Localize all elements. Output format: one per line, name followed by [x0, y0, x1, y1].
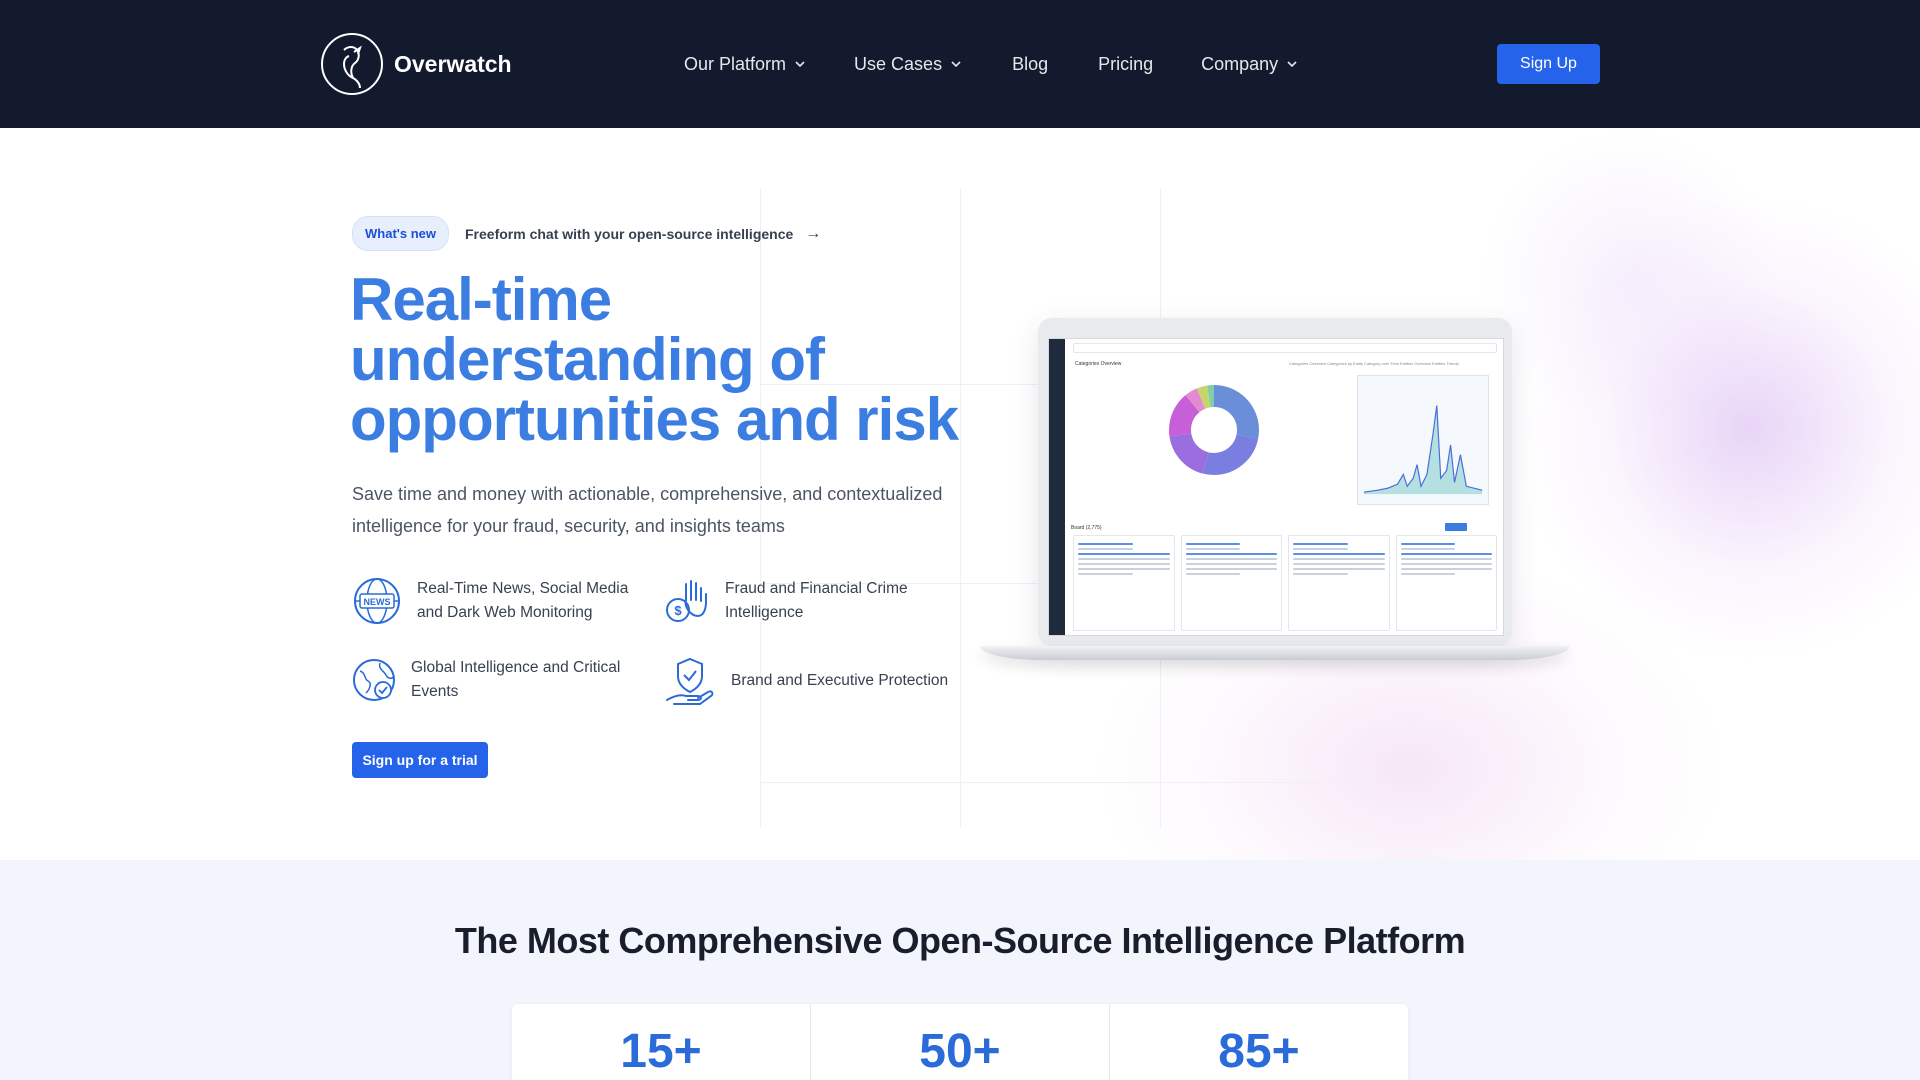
chevron-down-icon: [795, 61, 805, 68]
news-globe-icon: NEWS: [354, 578, 400, 624]
nav-pricing-label: Pricing: [1098, 53, 1154, 74]
donut-chart-thumbnail: [1169, 385, 1259, 475]
shield-hand-icon: [666, 657, 714, 705]
nav-company-label: Company: [1201, 53, 1279, 74]
stat-item: 85+: [1110, 1004, 1408, 1080]
nav-pricing[interactable]: Pricing: [1098, 54, 1153, 75]
feature-global-intelligence: Global Intelligence and Critical Events: [352, 656, 652, 704]
app-board-title: Board (2,775): [1071, 525, 1102, 531]
feature-label: Real-Time News, Social Media and Dark We…: [417, 580, 629, 621]
top-navbar: Overwatch Our Platform Use Cases Blog Pr…: [0, 0, 1920, 128]
chevron-down-icon: [1287, 61, 1297, 68]
app-sidebar: [1049, 339, 1065, 635]
app-card: [1395, 535, 1497, 631]
whats-new-text: Freeform chat with your open-source inte…: [465, 225, 794, 242]
globe-check-icon: [353, 659, 395, 701]
hero-subtext: Save time and money with actionable, com…: [352, 484, 943, 536]
main-nav: Our Platform Use Cases Blog Pricing Comp…: [684, 0, 1298, 128]
section-title: The Most Comprehensive Open-Source Intel…: [454, 920, 1466, 961]
nav-company[interactable]: Company: [1201, 54, 1298, 75]
app-search-bar: [1073, 343, 1497, 353]
nav-use-cases-label: Use Cases: [854, 53, 943, 74]
stat-number: 50+: [919, 1025, 1001, 1078]
svg-text:NEWS: NEWS: [364, 597, 391, 607]
nav-blog[interactable]: Blog: [1012, 54, 1048, 75]
stat-item: 50+: [811, 1004, 1110, 1080]
grid-line: [760, 782, 1380, 783]
whats-new-pill: What's new: [352, 216, 449, 251]
app-board-cards: [1073, 535, 1497, 631]
feature-label: Global Intelligence and Critical Events: [411, 659, 621, 700]
stat-number: 85+: [1218, 1025, 1300, 1078]
app-card: [1073, 535, 1175, 631]
hero-headline: Real-time understanding of opportunities…: [350, 266, 959, 453]
laptop-base: [980, 646, 1570, 660]
app-tabs: Categories Overview Categories by Entity…: [1289, 361, 1459, 366]
stat-item: 15+: [512, 1004, 811, 1080]
svg-text:$: $: [674, 603, 682, 618]
nav-use-cases[interactable]: Use Cases: [854, 54, 962, 75]
app-board-button: [1445, 523, 1467, 531]
nav-blog-label: Blog: [1012, 53, 1049, 74]
app-card: [1288, 535, 1390, 631]
whats-new-banner[interactable]: What's new Freeform chat with your open-…: [352, 216, 821, 251]
app-card: [1180, 535, 1282, 631]
stats-card: 15+ 50+ 85+: [512, 1004, 1408, 1080]
chevron-down-icon: [951, 61, 961, 68]
hero-section: What's new Freeform chat with your open-…: [0, 128, 1920, 860]
stat-number: 15+: [620, 1025, 702, 1078]
feature-news-monitoring: NEWS Real-Time News, Social Media and Da…: [352, 576, 652, 626]
nav-our-platform-label: Our Platform: [684, 53, 787, 74]
laptop-screen: Categories Overview Categories Overview …: [1048, 338, 1504, 636]
laptop-product-screenshot: Categories Overview Categories Overview …: [980, 318, 1570, 670]
line-chart-thumbnail: [1357, 375, 1489, 505]
feature-brand-protection: Brand and Executive Protection: [664, 656, 984, 706]
signup-trial-button[interactable]: Sign up for a trial: [352, 742, 488, 778]
money-hand-icon: $: [666, 580, 707, 622]
signup-button[interactable]: Sign Up: [1497, 44, 1600, 84]
app-panel-title: Categories Overview: [1075, 361, 1122, 367]
brand-logo[interactable]: Overwatch: [320, 31, 512, 97]
platform-section: The Most Comprehensive Open-Source Intel…: [0, 860, 1920, 1080]
brand-name: Overwatch: [394, 50, 512, 77]
arrow-right-icon: →: [805, 224, 822, 242]
feature-label: Brand and Executive Protection: [731, 672, 949, 689]
owl-logo-icon: [321, 33, 383, 95]
nav-our-platform[interactable]: Our Platform: [684, 54, 806, 75]
feature-fraud-intelligence: $ Fraud and Financial Crime Intelligence: [664, 576, 964, 626]
feature-label: Fraud and Financial Crime Intelligence: [725, 580, 908, 621]
